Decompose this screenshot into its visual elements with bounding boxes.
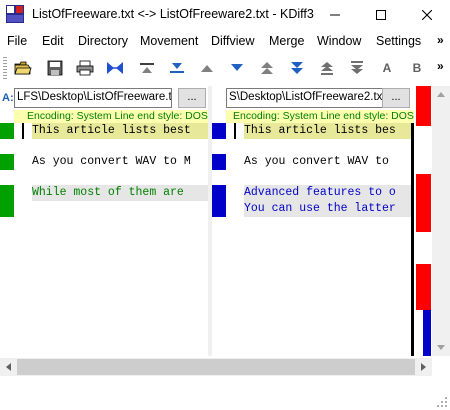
left-line: As you convert WAV to M [32,155,191,168]
diff-overview-bar[interactable] [416,86,431,356]
toolbar: A B » [0,54,450,82]
text-cursor [234,123,236,139]
left-text-area[interactable]: This article lists best As you convert W… [0,123,208,356]
left-line: This article lists best [32,123,208,139]
go-next-delta-icon[interactable] [226,57,248,79]
scroll-down-icon[interactable] [432,339,450,356]
kdiff3-app-icon [6,5,24,23]
status-bar [0,376,450,410]
menu-edit[interactable]: Edit [42,34,64,48]
right-browse-button[interactable]: ... [382,88,410,108]
go-prev-unsolved-icon[interactable] [316,57,338,79]
left-encoding-info: Encoding: System Line end style: DOS [14,110,208,123]
pane-a-label: A: [2,92,14,104]
right-diff-marker [212,154,226,170]
right-path-field[interactable]: S\Desktop\ListOfFreeware2.txt [226,88,388,108]
minimize-icon[interactable] [312,0,358,30]
go-top-icon[interactable] [136,57,158,79]
resize-grip-icon[interactable] [436,396,448,408]
right-encoding-info: Encoding: System Line end style: DOS [226,110,414,123]
vertical-scrollbar[interactable] [432,86,450,356]
print-icon[interactable] [74,57,96,79]
menu-bar: File Edit Directory Movement Diffview Me… [0,30,450,52]
left-diff-marker [0,185,14,217]
overview-conflict-marker [416,264,431,310]
overview-conflict-marker [416,174,431,232]
right-diff-marker [212,185,226,217]
menu-diffview[interactable]: Diffview [211,34,255,48]
right-line: Advanced features to o [244,185,414,201]
swap-icon[interactable] [104,57,126,79]
right-pane-border [411,123,414,356]
right-line: You can use the latter [244,201,414,217]
open-folder-icon[interactable] [12,57,34,79]
menu-movement[interactable]: Movement [140,34,198,48]
right-text-area[interactable]: This article lists bes As you convert WA… [212,123,414,356]
go-prev-conflict-icon[interactable] [256,57,278,79]
text-cursor [22,123,24,139]
menu-window[interactable]: Window [317,34,361,48]
go-next-conflict-icon[interactable] [286,57,308,79]
choose-a-icon[interactable]: A [376,57,398,79]
go-next-unsolved-icon[interactable] [346,57,368,79]
scroll-right-icon[interactable] [415,358,432,376]
horizontal-scroll-thumb[interactable] [17,359,415,375]
go-prev-delta-icon[interactable] [196,57,218,79]
toolbar-grip[interactable] [3,57,7,79]
left-pane: A: LFS\Desktop\ListOfFreeware.txt ... En… [0,86,208,356]
scroll-left-icon[interactable] [0,358,17,376]
overview-viewport-marker [423,310,431,356]
scroll-up-icon[interactable] [432,86,450,103]
left-line: While most of them are [32,185,208,201]
choose-b-icon[interactable]: B [406,57,428,79]
left-path-field[interactable]: LFS\Desktop\ListOfFreeware.txt [14,88,172,108]
left-browse-button[interactable]: ... [178,88,206,108]
left-diff-marker [0,154,14,170]
toolbar-overflow-icon[interactable]: » [437,59,444,73]
menu-file[interactable]: File [7,34,27,48]
close-icon[interactable] [404,0,450,30]
menu-merge[interactable]: Merge [269,34,304,48]
left-diff-marker [0,123,14,139]
go-bottom-icon[interactable] [166,57,188,79]
title-bar: ListOfFreeware.txt <-> ListOfFreeware2.t… [0,0,450,30]
right-line: This article lists bes [244,123,414,139]
save-icon[interactable] [44,57,66,79]
menu-settings[interactable]: Settings [376,34,421,48]
overview-conflict-marker [416,86,431,126]
right-diff-marker [212,123,226,139]
window-title: ListOfFreeware.txt <-> ListOfFreeware2.t… [32,7,314,21]
menu-directory[interactable]: Directory [78,34,128,48]
menu-overflow-icon[interactable]: » [437,33,444,47]
right-pane: S\Desktop\ListOfFreeware2.txt ... Encodi… [212,86,414,356]
right-line: As you convert WAV to [244,155,389,168]
horizontal-scrollbar[interactable] [0,358,432,376]
maximize-icon[interactable] [358,0,404,30]
